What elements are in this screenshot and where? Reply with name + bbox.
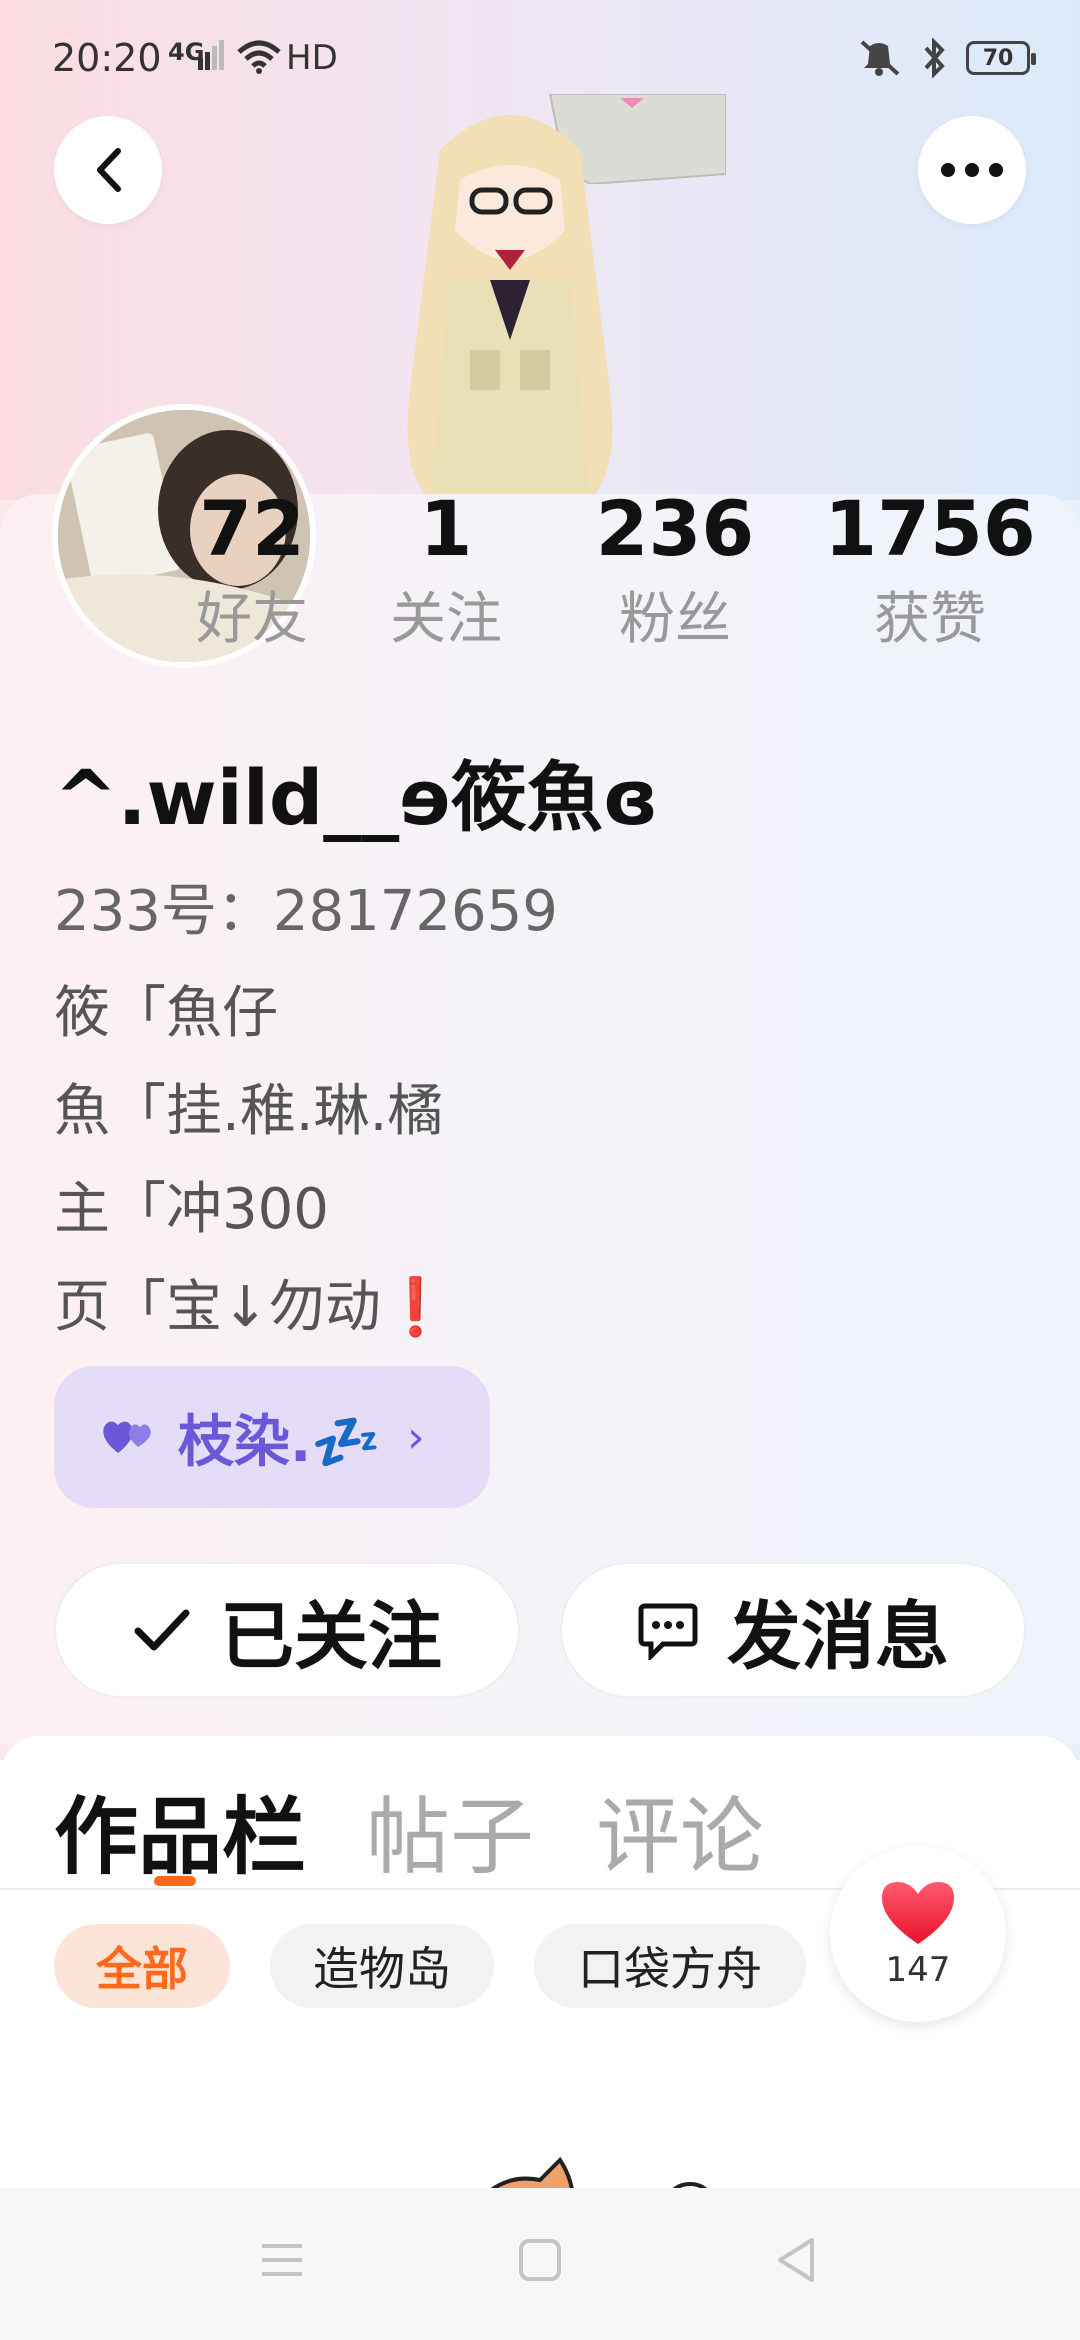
exclamation-icon: ❗ [380,1275,451,1340]
fan-group-tag[interactable]: 枝染.💤 › [54,1366,490,1508]
stat-label: 好友 [196,587,308,652]
stat-likes[interactable]: 1756 获赞 [815,484,1045,660]
chevron-right-icon: › [407,1411,425,1463]
double-heart-icon [103,1421,151,1453]
bio-line: 主「冲300 [54,1177,329,1242]
stat-value: 1756 [824,484,1036,573]
send-message-label: 发消息 [727,1593,949,1680]
stat-friends[interactable]: 72 好友 [162,484,342,660]
bio-line: 页「宝↓勿动❗ [54,1262,451,1343]
stat-value: 72 [199,484,305,573]
followed-button-label: 已关注 [220,1593,442,1680]
battery-indicator: 70 [966,41,1036,75]
check-icon [132,1607,192,1653]
stat-label: 关注 [390,587,502,652]
menu-icon[interactable] [258,2236,306,2284]
bio-line: 筱「魚仔 [54,981,278,1046]
status-time: 20:20 [52,36,162,80]
bio-line-text: 页「宝↓勿动 [54,1275,381,1340]
profile-username: ^.wild__ɘ筱魚ɞ [54,753,659,842]
profile-stats: 72 好友 1 关注 236 粉丝 1756 获赞 [0,484,1080,664]
chevron-left-icon [97,148,121,192]
more-horizontal-icon [941,163,1003,177]
active-tab-indicator [154,1876,196,1886]
more-options-button[interactable] [918,116,1026,224]
home-square-icon[interactable] [518,2236,562,2284]
heart-icon [882,1882,954,1944]
stat-value: 236 [595,484,755,573]
stat-label: 粉丝 [619,587,731,652]
tab-comments[interactable]: 评论 [596,1770,764,1891]
followed-button[interactable]: 已关注 [54,1562,520,1698]
hd-indicator: HD [286,38,338,78]
stat-label: 获赞 [874,587,986,652]
profile-uid: 233号：28172659 [54,879,558,944]
filter-chip-all[interactable]: 全部 [54,1924,230,2008]
chat-bubble-icon [637,1600,699,1660]
bluetooth-icon [924,38,945,78]
system-navigation-bar [0,2188,1080,2340]
stat-followers[interactable]: 236 粉丝 [575,484,775,660]
tab-works[interactable]: 作品栏 [54,1770,306,1891]
filter-chip-creation-island[interactable]: 造物岛 [270,1924,494,2008]
wifi-icon [237,40,281,74]
like-button[interactable]: 147 [830,1846,1006,2022]
stat-following[interactable]: 1 关注 [356,484,536,660]
back-button[interactable] [54,116,162,224]
back-triangle-icon[interactable] [774,2236,818,2284]
stat-value: 1 [419,484,473,573]
character-illustration [407,115,613,500]
send-message-button[interactable]: 发消息 [560,1562,1026,1698]
like-count: 147 [885,1950,951,1990]
fan-tag-label: 枝染.💤 [178,1409,381,1475]
mute-icon [860,40,900,76]
bio-line: 魚「挂.稚.琳.橘 [54,1079,444,1144]
tab-posts[interactable]: 帖子 [366,1770,534,1891]
signal-icon [198,40,224,70]
status-right-group: 70 [854,38,1036,78]
filter-chip-pocket-ark[interactable]: 口袋方舟 [534,1924,806,2008]
